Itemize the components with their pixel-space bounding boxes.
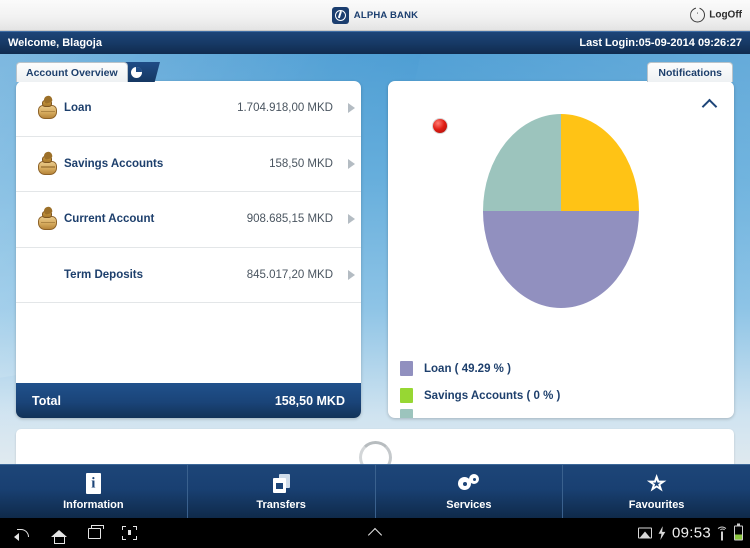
loading-panel bbox=[16, 429, 734, 464]
pie-slice bbox=[561, 114, 639, 211]
gears-icon bbox=[458, 473, 480, 495]
legend-swatch bbox=[400, 409, 413, 418]
welcome-greeting: Welcome, Blagoja bbox=[8, 37, 102, 49]
welcome-bar: Welcome, Blagoja Last Login:05-09-2014 0… bbox=[0, 31, 750, 54]
chevron-up-icon bbox=[367, 527, 383, 543]
main-canvas: Account Overview Notifications Loan 1.70… bbox=[0, 54, 750, 464]
legend-item: Loan ( 49.29 % ) bbox=[400, 355, 722, 382]
bottom-navigation: Information Transfers Services Favourite… bbox=[0, 464, 750, 518]
last-login-text: Last Login:05-09-2014 09:26:27 bbox=[579, 37, 742, 49]
usb-debug-icon[interactable] bbox=[658, 526, 666, 540]
star-icon bbox=[646, 473, 667, 495]
picture-icon[interactable] bbox=[637, 527, 652, 539]
brand-logo: ALPHA BANK bbox=[331, 6, 419, 24]
screenshot-icon[interactable] bbox=[122, 526, 137, 540]
alpha-bank-logo-icon bbox=[331, 6, 349, 24]
legend-swatch bbox=[400, 388, 413, 403]
nav-item-transfers[interactable]: Transfers bbox=[188, 465, 376, 518]
tablet-screen: ALPHA BANK LogOff Welcome, Blagoja Last … bbox=[0, 0, 750, 548]
brand-bar: ALPHA BANK LogOff bbox=[0, 0, 750, 31]
chevron-up-icon bbox=[701, 98, 717, 114]
brand-name: ALPHA BANK bbox=[353, 9, 419, 21]
legend-label: Savings Accounts ( 0 % ) bbox=[424, 389, 561, 402]
accounts-list: Loan 1.704.918,00 MKD Savings Accounts 1… bbox=[16, 81, 361, 383]
legend-item-clipped bbox=[400, 409, 722, 418]
expand-statusbar-button[interactable] bbox=[367, 526, 383, 543]
account-label: Current Account bbox=[64, 213, 155, 226]
back-icon[interactable] bbox=[14, 527, 30, 541]
money-bag-icon bbox=[37, 206, 58, 231]
system-nav-buttons bbox=[0, 524, 137, 544]
legend-item: Savings Accounts ( 0 % ) bbox=[400, 382, 722, 409]
account-amount: 845.017,20 MKD bbox=[246, 268, 333, 281]
legend-label: Loan ( 49.29 % ) bbox=[424, 362, 511, 375]
tab-notifications-label: Notifications bbox=[658, 66, 722, 79]
account-amount: 908.685,15 MKD bbox=[246, 213, 333, 226]
collapse-panel-button[interactable] bbox=[698, 95, 720, 114]
chevron-right-icon[interactable] bbox=[341, 103, 361, 114]
pie-slice bbox=[483, 211, 639, 308]
logoff-button[interactable]: LogOff bbox=[690, 7, 742, 23]
pie-chart bbox=[476, 111, 646, 316]
table-row[interactable]: Current Account 908.685,15 MKD bbox=[16, 192, 361, 248]
tab-account-overview-label: Account Overview bbox=[26, 66, 118, 79]
information-icon bbox=[85, 473, 101, 495]
money-bag-icon bbox=[37, 95, 58, 120]
nav-label: Favourites bbox=[628, 498, 685, 511]
account-icon-slot bbox=[30, 206, 64, 231]
wifi-icon[interactable] bbox=[716, 526, 729, 540]
tab-notifications[interactable]: Notifications bbox=[647, 62, 733, 82]
pie-chart-icon bbox=[130, 66, 142, 78]
pie-chart-svg bbox=[483, 114, 639, 308]
pie-slice bbox=[483, 114, 561, 211]
chevron-right-icon[interactable] bbox=[341, 269, 361, 280]
total-label: Total bbox=[32, 393, 61, 408]
logoff-label: LogOff bbox=[709, 9, 742, 21]
nav-item-favourites[interactable]: Favourites bbox=[563, 465, 750, 518]
account-amount: 1.704.918,00 MKD bbox=[237, 102, 333, 115]
nav-item-services[interactable]: Services bbox=[376, 465, 564, 518]
android-system-bar: 09:53 bbox=[0, 518, 750, 548]
loading-spinner-icon bbox=[358, 441, 392, 464]
chevron-right-icon[interactable] bbox=[341, 214, 361, 225]
record-dot-icon bbox=[432, 118, 448, 134]
account-icon-slot bbox=[30, 95, 64, 120]
account-label: Loan bbox=[64, 102, 92, 115]
account-icon-slot bbox=[30, 150, 64, 175]
money-bag-icon bbox=[37, 150, 58, 175]
system-clock: 09:53 bbox=[671, 524, 711, 542]
table-row[interactable]: Savings Accounts 158,50 MKD bbox=[16, 137, 361, 192]
account-label: Term Deposits bbox=[64, 268, 144, 281]
chevron-right-icon[interactable] bbox=[341, 158, 361, 169]
tab-account-overview[interactable]: Account Overview bbox=[16, 62, 128, 82]
accounts-panel: Loan 1.704.918,00 MKD Savings Accounts 1… bbox=[16, 81, 361, 418]
system-status-icons: 09:53 bbox=[637, 523, 743, 542]
power-icon bbox=[690, 7, 706, 23]
nav-item-information[interactable]: Information bbox=[0, 465, 188, 518]
table-row[interactable]: Loan 1.704.918,00 MKD bbox=[16, 81, 361, 137]
accounts-total-bar: Total 158,50 MKD bbox=[16, 383, 361, 418]
recents-icon[interactable] bbox=[88, 524, 104, 539]
account-amount: 158,50 MKD bbox=[269, 157, 333, 170]
battery-icon[interactable] bbox=[734, 523, 743, 541]
chart-legend: Loan ( 49.29 % ) Savings Accounts ( 0 % … bbox=[400, 355, 722, 418]
transfers-box-icon bbox=[272, 473, 290, 495]
total-amount: 158,50 MKD bbox=[274, 393, 345, 408]
account-label: Savings Accounts bbox=[64, 157, 164, 170]
accounts-spacer bbox=[16, 303, 361, 334]
nav-label: Transfers bbox=[256, 498, 306, 511]
legend-swatch bbox=[400, 361, 413, 376]
home-icon[interactable] bbox=[51, 529, 67, 544]
nav-label: Information bbox=[63, 498, 124, 511]
nav-label: Services bbox=[446, 498, 492, 511]
table-row[interactable]: Term Deposits 845.017,20 MKD bbox=[16, 248, 361, 303]
